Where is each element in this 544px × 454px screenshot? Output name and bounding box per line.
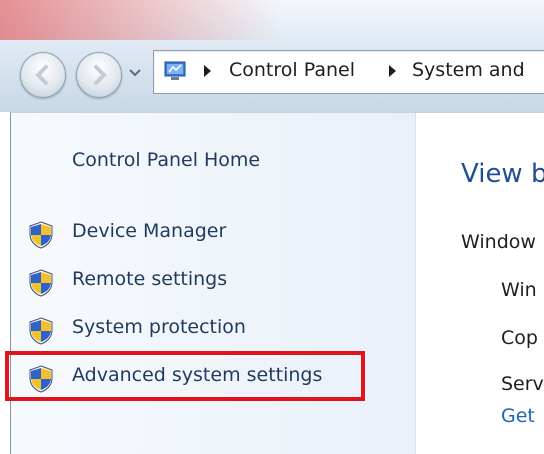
- window-content: Control Panel Home Device Manager Remote…: [5, 112, 544, 454]
- breadcrumb-control-panel[interactable]: Control Panel: [229, 59, 355, 81]
- section-heading: Window: [461, 231, 536, 253]
- task-label: System protection: [72, 316, 246, 338]
- address-bar[interactable]: Control Panel System and: [153, 50, 544, 94]
- info-line: Cop: [501, 327, 538, 349]
- window-chrome: Control Panel System and: [0, 0, 544, 112]
- uac-shield-icon: [29, 221, 53, 249]
- forward-arrow-icon: [94, 65, 107, 85]
- info-line: Serv: [501, 373, 544, 395]
- back-button[interactable]: [20, 52, 66, 98]
- uac-shield-icon: [29, 269, 53, 297]
- task-label: Remote settings: [72, 268, 228, 290]
- page-title: View b: [461, 159, 544, 189]
- task-pane: Control Panel Home Device Manager Remote…: [5, 113, 416, 454]
- task-label: Device Manager: [72, 220, 227, 242]
- back-arrow-icon: [35, 65, 48, 85]
- info-line: Win: [501, 279, 537, 301]
- breadcrumb-separator-icon[interactable]: [204, 65, 211, 77]
- breadcrumb-system[interactable]: System and: [412, 59, 525, 81]
- chevron-down-icon[interactable]: [128, 68, 142, 78]
- control-panel-icon: [164, 61, 186, 80]
- breadcrumb-separator-icon[interactable]: [389, 65, 396, 77]
- control-panel-home-link[interactable]: Control Panel Home: [72, 149, 260, 171]
- highlight-box: [5, 351, 365, 401]
- get-link[interactable]: Get: [501, 405, 535, 427]
- forward-button[interactable]: [76, 52, 122, 98]
- uac-shield-icon: [29, 317, 53, 345]
- title-bar-glow: [0, 0, 280, 40]
